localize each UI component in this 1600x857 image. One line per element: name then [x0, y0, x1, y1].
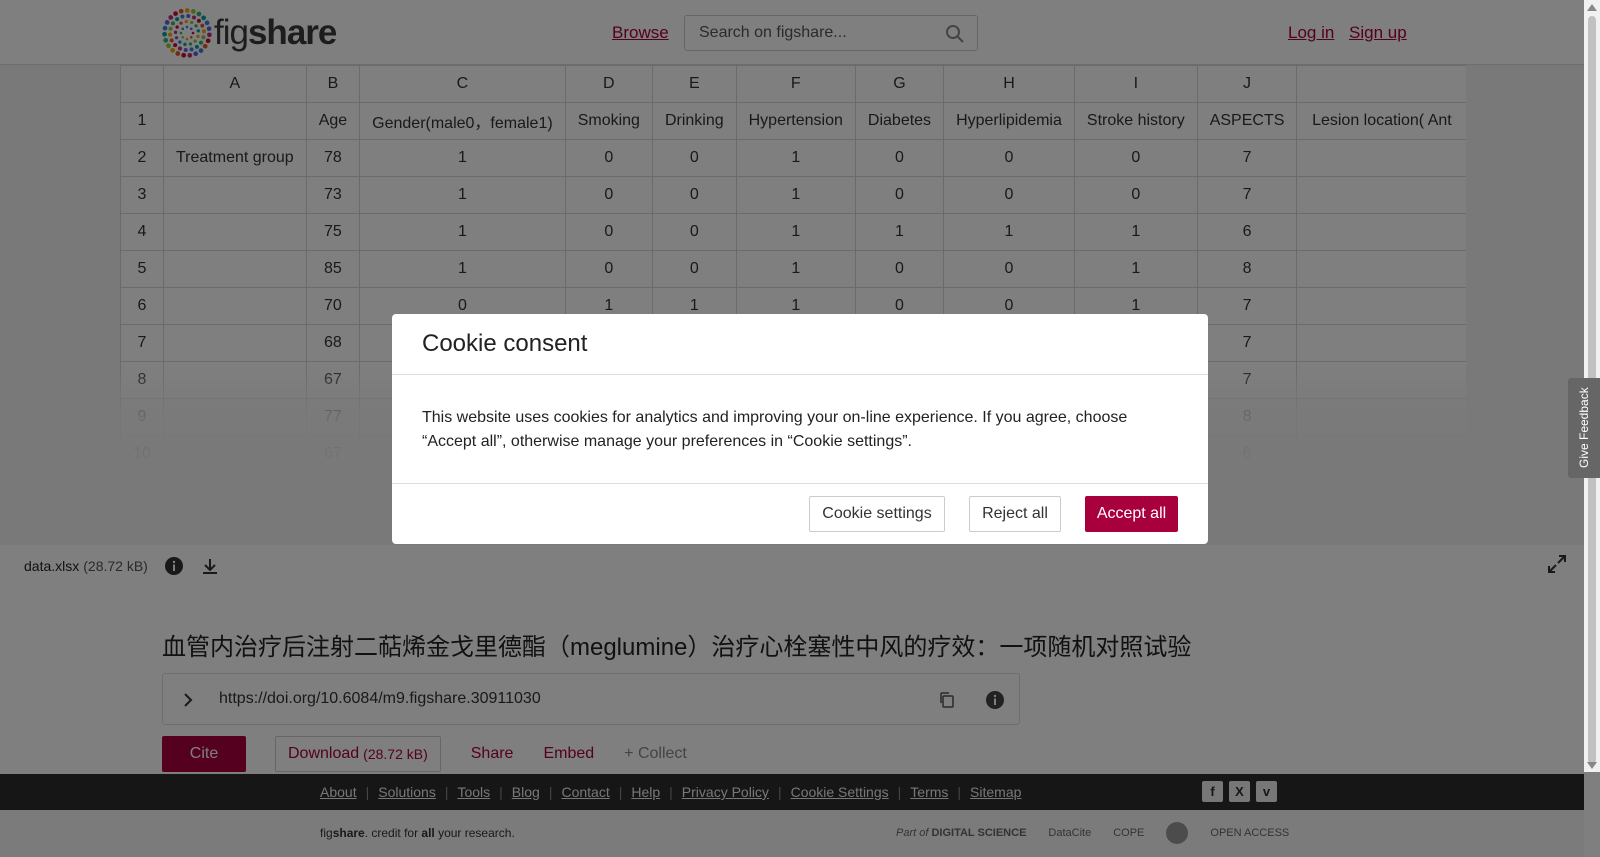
dialog-body: This website uses cookies for analytics …	[392, 375, 1208, 484]
dialog-header: Cookie consent	[392, 314, 1208, 375]
dialog-title: Cookie consent	[422, 330, 588, 357]
accept-all-button[interactable]: Accept all	[1085, 496, 1178, 532]
reject-all-button[interactable]: Reject all	[969, 496, 1061, 532]
cookie-consent-dialog: Cookie consent This website uses cookies…	[392, 314, 1208, 544]
dialog-footer: Cookie settings Reject all Accept all	[392, 484, 1208, 544]
page-scroll-up-icon[interactable]	[1587, 4, 1597, 11]
cookie-settings-button[interactable]: Cookie settings	[809, 496, 945, 532]
page-scroll-down-icon[interactable]	[1587, 762, 1597, 769]
give-feedback-button[interactable]: Give Feedback	[1568, 378, 1600, 478]
